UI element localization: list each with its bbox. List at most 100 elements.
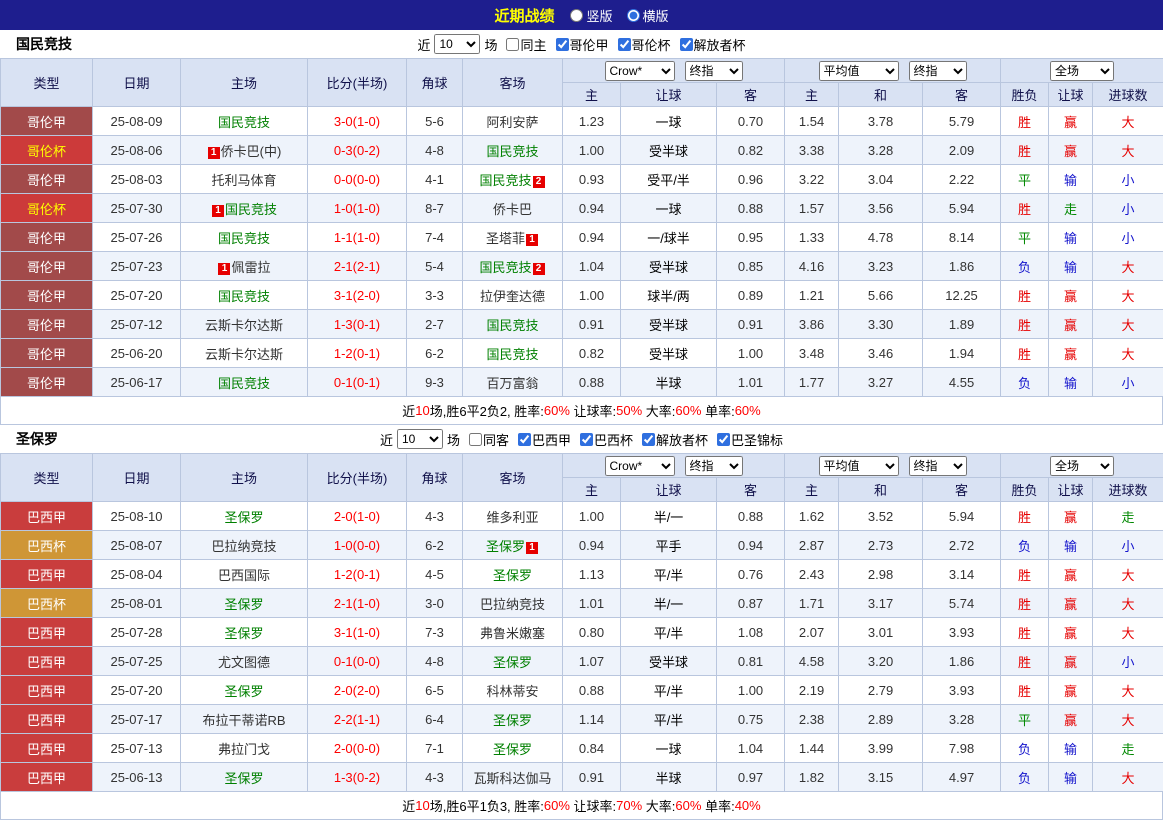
- league-filter-checkbox[interactable]: 巴圣锦标: [717, 430, 783, 449]
- home-team-cell[interactable]: 1侨卡巴(中): [181, 136, 308, 165]
- away-team-cell[interactable]: 国民竞技: [463, 310, 563, 339]
- away-team-cell[interactable]: 侨卡巴: [463, 194, 563, 223]
- score-cell[interactable]: 1-0(0-0): [308, 531, 407, 560]
- final-odds-select[interactable]: 终指: [685, 456, 743, 476]
- score-cell[interactable]: 2-1(2-1): [308, 252, 407, 281]
- home-team-cell[interactable]: 云斯卡尔达斯: [181, 339, 308, 368]
- team-label: 国民竞技: [218, 231, 270, 246]
- score-cell[interactable]: 0-1(0-1): [308, 368, 407, 397]
- league-filter-checkbox[interactable]: 解放者杯: [642, 430, 708, 449]
- away-team-cell[interactable]: 弗鲁米嫩塞: [463, 618, 563, 647]
- league-filter-checkbox[interactable]: 解放者杯: [680, 35, 746, 54]
- home-team-cell[interactable]: 圣保罗: [181, 676, 308, 705]
- average-select[interactable]: 平均值: [819, 61, 899, 81]
- league-filter-checkbox[interactable]: 巴西甲: [518, 430, 571, 449]
- score-cell[interactable]: 0-3(0-2): [308, 136, 407, 165]
- same-venue-checkbox[interactable]: 同客: [469, 430, 509, 449]
- score-cell[interactable]: 0-0(0-0): [308, 165, 407, 194]
- league-filter-input[interactable]: [618, 38, 631, 51]
- score-cell[interactable]: 3-0(1-0): [308, 107, 407, 136]
- league-filter-input[interactable]: [680, 38, 693, 51]
- match-count-select[interactable]: 10: [397, 429, 443, 449]
- score-cell[interactable]: 3-1(2-0): [308, 281, 407, 310]
- odds-home-cell: 0.80: [563, 618, 621, 647]
- home-team-cell[interactable]: 布拉干蒂诺RB: [181, 705, 308, 734]
- score-cell[interactable]: 1-2(0-1): [308, 560, 407, 589]
- score-cell[interactable]: 1-3(0-2): [308, 763, 407, 792]
- away-team-cell[interactable]: 科林蒂安: [463, 676, 563, 705]
- match-count-select[interactable]: 10: [434, 34, 480, 54]
- score-cell[interactable]: 1-3(0-1): [308, 310, 407, 339]
- result-handicap-cell: 输: [1049, 223, 1093, 252]
- home-team-cell[interactable]: 国民竞技: [181, 107, 308, 136]
- bookmaker-select[interactable]: Crow*: [605, 61, 675, 81]
- away-team-cell[interactable]: 国民竞技: [463, 339, 563, 368]
- away-team-cell[interactable]: 圣保罗1: [463, 531, 563, 560]
- average-select[interactable]: 平均值: [819, 456, 899, 476]
- home-team-cell[interactable]: 圣保罗: [181, 502, 308, 531]
- away-team-cell[interactable]: 瓦斯科达伽马: [463, 763, 563, 792]
- home-team-cell[interactable]: 圣保罗: [181, 618, 308, 647]
- same-venue-input[interactable]: [469, 433, 482, 446]
- away-team-cell[interactable]: 国民竞技: [463, 136, 563, 165]
- bookmaker-select[interactable]: Crow*: [605, 456, 675, 476]
- final-odds-select[interactable]: 终指: [685, 61, 743, 81]
- away-team-cell[interactable]: 国民竞技2: [463, 252, 563, 281]
- same-venue-checkbox[interactable]: 同主: [506, 35, 546, 54]
- home-team-cell[interactable]: 托利马体育: [181, 165, 308, 194]
- league-filter-checkbox[interactable]: 哥伦杯: [618, 35, 671, 54]
- score-cell[interactable]: 2-0(1-0): [308, 502, 407, 531]
- home-team-cell[interactable]: 巴西国际: [181, 560, 308, 589]
- away-team-cell[interactable]: 圣保罗: [463, 705, 563, 734]
- score-cell[interactable]: 0-1(0-0): [308, 647, 407, 676]
- horizontal-radio[interactable]: [627, 9, 640, 22]
- scope-select[interactable]: 全场: [1050, 456, 1114, 476]
- home-team-cell[interactable]: 圣保罗: [181, 589, 308, 618]
- score-cell[interactable]: 1-2(0-1): [308, 339, 407, 368]
- league-filter-input[interactable]: [556, 38, 569, 51]
- away-team-cell[interactable]: 圣保罗: [463, 560, 563, 589]
- home-team-cell[interactable]: 1国民竞技: [181, 194, 308, 223]
- away-team-cell[interactable]: 圣保罗: [463, 647, 563, 676]
- home-team-cell[interactable]: 国民竞技: [181, 223, 308, 252]
- avg-away-cell: 8.14: [923, 223, 1001, 252]
- score-cell[interactable]: 1-0(1-0): [308, 194, 407, 223]
- date-cell: 25-07-20: [93, 281, 181, 310]
- league-filter-input[interactable]: [717, 433, 730, 446]
- home-team-cell[interactable]: 国民竞技: [181, 281, 308, 310]
- same-venue-input[interactable]: [506, 38, 519, 51]
- final-average-select[interactable]: 终指: [909, 61, 967, 81]
- corner-cell: 4-1: [407, 165, 463, 194]
- home-team-cell[interactable]: 尤文图德: [181, 647, 308, 676]
- home-team-cell[interactable]: 巴拉纳竞技: [181, 531, 308, 560]
- score-cell[interactable]: 3-1(1-0): [308, 618, 407, 647]
- league-filter-input[interactable]: [580, 433, 593, 446]
- away-team-cell[interactable]: 阿利安萨: [463, 107, 563, 136]
- away-team-cell[interactable]: 拉伊奎达德: [463, 281, 563, 310]
- home-team-cell[interactable]: 国民竞技: [181, 368, 308, 397]
- league-filter-input[interactable]: [642, 433, 655, 446]
- score-cell[interactable]: 2-1(1-0): [308, 589, 407, 618]
- score-cell[interactable]: 1-1(1-0): [308, 223, 407, 252]
- away-team-cell[interactable]: 巴拉纳竞技: [463, 589, 563, 618]
- league-filter-checkbox[interactable]: 哥伦甲: [556, 35, 609, 54]
- home-team-cell[interactable]: 云斯卡尔达斯: [181, 310, 308, 339]
- home-team-cell[interactable]: 圣保罗: [181, 763, 308, 792]
- home-team-cell[interactable]: 弗拉门戈: [181, 734, 308, 763]
- layout-vertical-option[interactable]: 竖版: [570, 6, 612, 25]
- league-filter-input[interactable]: [518, 433, 531, 446]
- away-team-cell[interactable]: 圣塔菲1: [463, 223, 563, 252]
- away-team-cell[interactable]: 国民竞技2: [463, 165, 563, 194]
- league-filter-checkbox[interactable]: 巴西杯: [580, 430, 633, 449]
- away-team-cell[interactable]: 圣保罗: [463, 734, 563, 763]
- vertical-radio[interactable]: [570, 9, 583, 22]
- away-team-cell[interactable]: 维多利亚: [463, 502, 563, 531]
- score-cell[interactable]: 2-0(2-0): [308, 676, 407, 705]
- home-team-cell[interactable]: 1佩雷拉: [181, 252, 308, 281]
- score-cell[interactable]: 2-0(0-0): [308, 734, 407, 763]
- score-cell[interactable]: 2-2(1-1): [308, 705, 407, 734]
- final-average-select[interactable]: 终指: [909, 456, 967, 476]
- scope-select[interactable]: 全场: [1050, 61, 1114, 81]
- layout-horizontal-option[interactable]: 横版: [627, 6, 669, 25]
- away-team-cell[interactable]: 百万富翁: [463, 368, 563, 397]
